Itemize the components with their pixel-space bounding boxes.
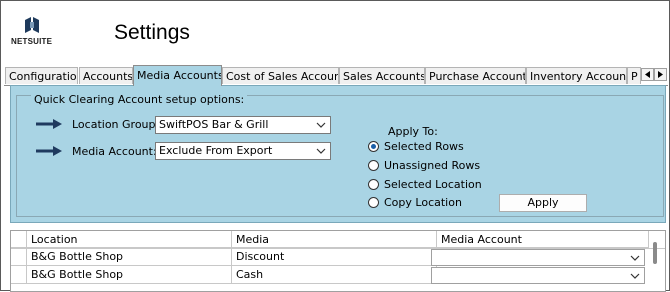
tab-cost-of-sales-account[interactable]: Cost of Sales Account <box>222 67 339 84</box>
column-header-media-account[interactable]: Media Account <box>437 231 649 248</box>
location-group-label: Location Group: <box>72 118 160 131</box>
tab-configuration[interactable]: Configuratio <box>5 67 78 84</box>
chevron-down-icon <box>630 255 640 261</box>
media-account-value: Exclude From Export <box>159 144 273 157</box>
chevron-down-icon <box>630 273 640 279</box>
chevron-down-icon <box>316 148 326 154</box>
radio-label: Unassigned Rows <box>384 159 481 172</box>
tab-accounts[interactable]: Accounts <box>79 67 133 84</box>
tab-scroll-right[interactable] <box>654 68 667 81</box>
settings-window: NETSUITE Settings Configuratio Accounts … <box>0 0 670 292</box>
radio-label: Selected Location <box>384 178 482 191</box>
radio-indicator[interactable] <box>368 159 379 171</box>
cell-media[interactable]: Discount <box>232 248 437 266</box>
netsuite-logo: NETSUITE <box>11 17 57 47</box>
radio-unassigned-rows[interactable]: Unassigned Rows <box>368 159 480 173</box>
media-account-select[interactable]: Exclude From Export <box>155 142 331 160</box>
radio-copy-location[interactable]: Copy Location <box>368 196 462 210</box>
radio-indicator[interactable] <box>368 178 379 190</box>
radio-selected-location[interactable]: Selected Location <box>368 178 482 192</box>
grid-header: Location Media Media Account <box>11 231 665 249</box>
cell-media-account-select[interactable] <box>431 267 645 284</box>
location-group-value: SwiftPOS Bar & Grill <box>159 118 269 131</box>
page-title: Settings <box>114 21 190 44</box>
tab-strip: Configuratio Accounts Media Accounts Cos… <box>4 65 668 86</box>
radio-selected-rows[interactable]: Selected Rows <box>368 140 464 154</box>
tab-scroll-left[interactable] <box>641 68 654 81</box>
triangle-left-icon <box>645 71 650 78</box>
media-accounts-grid: Location Media Media Account B&G Bottle … <box>10 230 666 292</box>
tab-purchase-account[interactable]: Purchase Account <box>425 67 526 84</box>
row-header[interactable] <box>11 266 27 284</box>
tab-sales-accounts[interactable]: Sales Accounts <box>339 67 425 84</box>
group-legend: Quick Clearing Account setup options: <box>31 93 248 107</box>
cell-location[interactable]: B&G Bottle Shop <box>27 248 232 266</box>
cell-media-account-select[interactable] <box>431 249 645 266</box>
tab-media-accounts[interactable]: Media Accounts <box>133 65 222 86</box>
tab-partial[interactable]: P <box>627 67 641 84</box>
media-account-label: Media Account: <box>72 145 157 158</box>
apply-to-label: Apply To: <box>388 125 438 138</box>
arrow-right-icon <box>36 146 62 156</box>
grid-vertical-scrollbar[interactable] <box>653 242 657 264</box>
radio-label: Selected Rows <box>384 140 464 153</box>
row-header[interactable] <box>11 248 27 266</box>
column-header-media[interactable]: Media <box>232 231 437 248</box>
location-group-select[interactable]: SwiftPOS Bar & Grill <box>155 116 331 134</box>
netsuite-logo-icon <box>25 17 39 33</box>
radio-indicator[interactable] <box>368 140 379 152</box>
tab-inventory-accounts[interactable]: Inventory Accounts <box>526 67 627 84</box>
triangle-right-icon <box>658 71 663 78</box>
chevron-down-icon <box>316 122 326 128</box>
arrow-right-icon <box>36 119 62 129</box>
apply-button[interactable]: Apply <box>499 194 587 212</box>
logo-text: NETSUITE <box>11 37 53 46</box>
radio-indicator[interactable] <box>368 196 379 208</box>
cell-location[interactable]: B&G Bottle Shop <box>27 266 232 284</box>
cell-media[interactable]: Cash <box>232 266 437 284</box>
column-header-location[interactable]: Location <box>27 231 232 248</box>
grid-corner <box>11 231 27 248</box>
radio-label: Copy Location <box>384 196 462 209</box>
